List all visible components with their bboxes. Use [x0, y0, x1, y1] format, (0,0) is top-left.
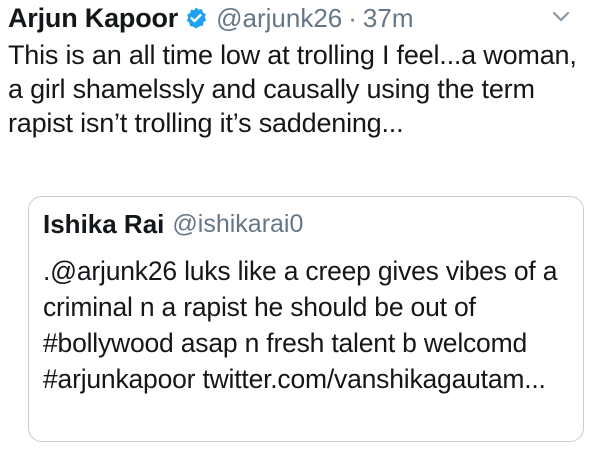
quoted-tweet[interactable]: Ishika Rai @ishikarai0 .@arjunk26 luks l… — [28, 196, 584, 442]
quoted-tweet-header: Ishika Rai @ishikarai0 — [43, 209, 303, 240]
verified-badge-icon — [184, 6, 208, 30]
tweet-text: This is an all time low at trolling I fe… — [8, 40, 577, 138]
chevron-down-icon[interactable] — [550, 6, 572, 28]
quoted-tweet-text: .@arjunk26 luks like a creep gives vibes… — [43, 256, 558, 394]
tweet-timestamp[interactable]: 37m — [363, 3, 414, 34]
quoted-author-name: Ishika Rai — [43, 209, 165, 239]
tweet-card[interactable]: Arjun Kapoor @arjunk26 · 37m This is an … — [0, 0, 600, 450]
author-handle[interactable]: @arjunk26 — [216, 3, 342, 34]
tweet-header: Arjun Kapoor @arjunk26 · 37m — [8, 0, 414, 36]
author-name[interactable]: Arjun Kapoor — [8, 3, 178, 34]
quoted-author-handle: @ishikarai0 — [172, 210, 304, 238]
separator-dot: · — [348, 2, 357, 33]
